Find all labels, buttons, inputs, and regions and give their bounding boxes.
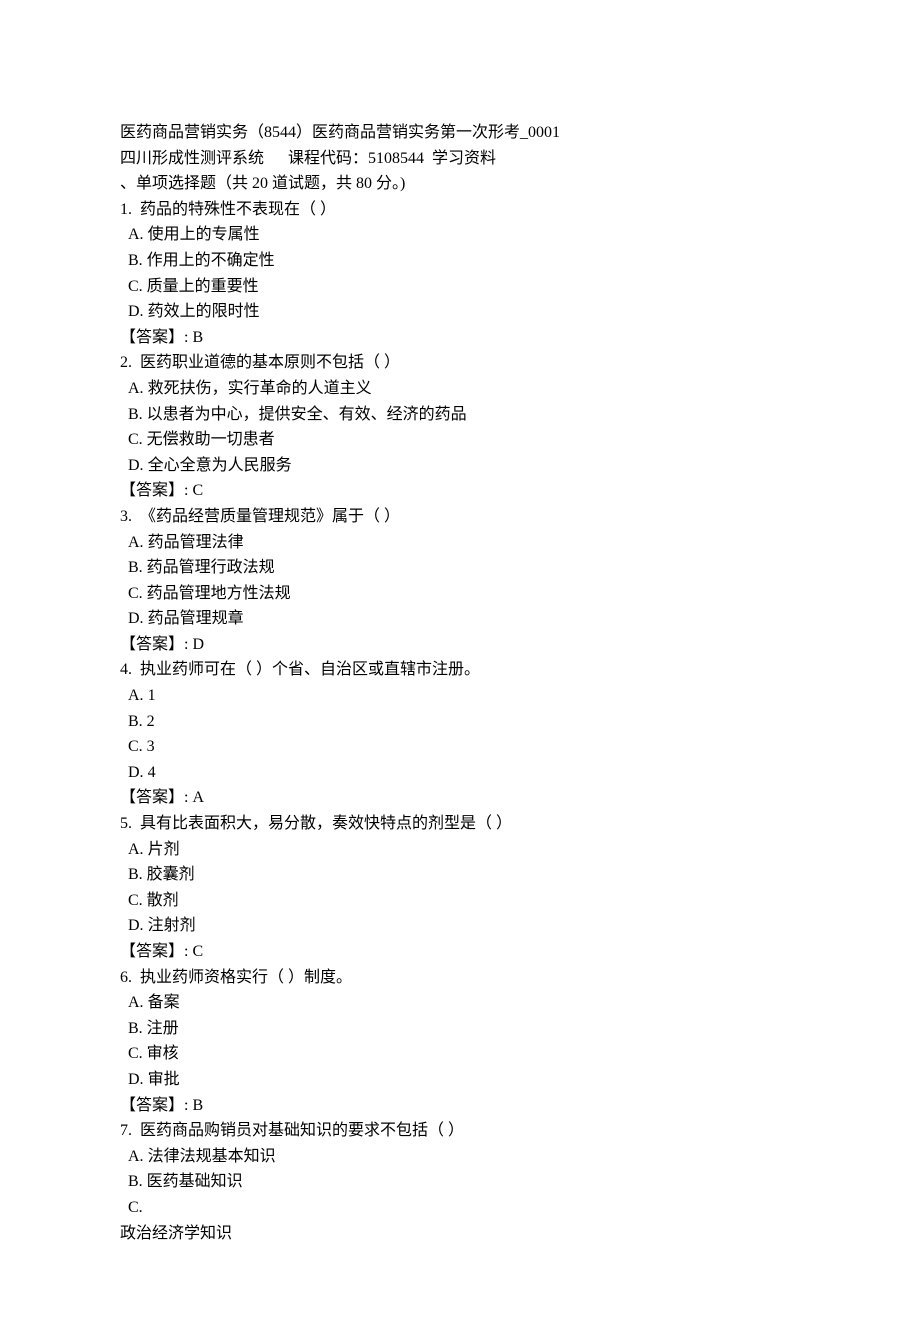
answer-line: 【答案】: B <box>120 1093 800 1119</box>
option-a: A. 法律法规基本知识 <box>120 1144 800 1170</box>
option-d: D. 全心全意为人民服务 <box>120 453 800 479</box>
option-a: A. 药品管理法律 <box>120 530 800 556</box>
answer-label: 【答案】: <box>120 329 188 346</box>
option-a: A. 1 <box>120 683 800 709</box>
option-a: A. 备案 <box>120 990 800 1016</box>
answer-label: 【答案】: <box>120 482 188 499</box>
answer-line: 【答案】: D <box>120 632 800 658</box>
question-text: 具有比表面积大，易分散，奏效快特点的剂型是（ ） <box>140 815 512 832</box>
question-stem: 4. 执业药师可在（ ）个省、自治区或直辖市注册。 <box>120 657 800 683</box>
option-a: A. 使用上的专属性 <box>120 222 800 248</box>
option-c: C. 无偿救助一切患者 <box>120 427 800 453</box>
option-b: B. 胶囊剂 <box>120 862 800 888</box>
option-c-wrapped-text: 政治经济学知识 <box>120 1221 800 1247</box>
question-number: 2. <box>120 354 132 371</box>
question-number: 6. <box>120 969 132 986</box>
option-c: C. 药品管理地方性法规 <box>120 581 800 607</box>
answer-line: 【答案】: C <box>120 939 800 965</box>
option-b: B. 以患者为中心，提供安全、有效、经济的药品 <box>120 402 800 428</box>
option-c: C. 3 <box>120 734 800 760</box>
system-name: 四川形成性测评系统 <box>120 150 264 167</box>
answer-value: B <box>192 329 203 346</box>
answer-line: 【答案】: C <box>120 478 800 504</box>
option-c: C. 质量上的重要性 <box>120 274 800 300</box>
question-stem: 1. 药品的特殊性不表现在（ ） <box>120 197 800 223</box>
answer-value: D <box>192 636 204 653</box>
question-number: 4. <box>120 661 132 678</box>
option-d: D. 4 <box>120 760 800 786</box>
option-b: B. 医药基础知识 <box>120 1169 800 1195</box>
answer-line: 【答案】: A <box>120 785 800 811</box>
question-stem: 2. 医药职业道德的基本原则不包括（ ） <box>120 350 800 376</box>
question-text: 执业药师可在（ ）个省、自治区或直辖市注册。 <box>140 661 480 678</box>
answer-line: 【答案】: B <box>120 325 800 351</box>
question-text: 《药品经营质量管理规范》属于（ ） <box>140 508 400 525</box>
option-c: C. 散剂 <box>120 888 800 914</box>
question-number: 1. <box>120 201 132 218</box>
option-a: A. 救死扶伤，实行革命的人道主义 <box>120 376 800 402</box>
study-material-label: 学习资料 <box>432 150 496 167</box>
answer-value: A <box>192 789 204 806</box>
doc-subtitle: 四川形成性测评系统 课程代码：5108544 学习资料 <box>120 146 800 172</box>
doc-title: 医药商品营销实务（8544）医药商品营销实务第一次形考_0001 <box>120 120 800 146</box>
answer-label: 【答案】: <box>120 1097 188 1114</box>
question-text: 医药职业道德的基本原则不包括（ ） <box>140 354 400 371</box>
option-b: B. 2 <box>120 709 800 735</box>
question-stem: 7. 医药商品购销员对基础知识的要求不包括（ ） <box>120 1118 800 1144</box>
option-d: D. 审批 <box>120 1067 800 1093</box>
answer-label: 【答案】: <box>120 636 188 653</box>
question-text: 药品的特殊性不表现在（ ） <box>140 201 336 218</box>
answer-value: B <box>192 1097 203 1114</box>
question-number: 7. <box>120 1122 132 1139</box>
question-text: 医药商品购销员对基础知识的要求不包括（ ） <box>140 1122 464 1139</box>
option-a: A. 片剂 <box>120 837 800 863</box>
answer-value: C <box>192 482 203 499</box>
answer-label: 【答案】: <box>120 943 188 960</box>
option-c: C. <box>120 1195 800 1221</box>
option-b: B. 注册 <box>120 1016 800 1042</box>
answer-label: 【答案】: <box>120 789 188 806</box>
option-b: B. 作用上的不确定性 <box>120 248 800 274</box>
section-title: 、单项选择题（共 20 道试题，共 80 分。) <box>120 171 800 197</box>
option-d: D. 药效上的限时性 <box>120 299 800 325</box>
option-d: D. 注射剂 <box>120 913 800 939</box>
course-code: 课程代码：5108544 <box>288 150 424 167</box>
question-number: 3. <box>120 508 132 525</box>
option-b: B. 药品管理行政法规 <box>120 555 800 581</box>
option-c: C. 审核 <box>120 1041 800 1067</box>
question-number: 5. <box>120 815 132 832</box>
answer-value: C <box>192 943 203 960</box>
question-stem: 6. 执业药师资格实行（ ）制度。 <box>120 965 800 991</box>
option-d: D. 药品管理规章 <box>120 606 800 632</box>
question-stem: 5. 具有比表面积大，易分散，奏效快特点的剂型是（ ） <box>120 811 800 837</box>
question-text: 执业药师资格实行（ ）制度。 <box>140 969 352 986</box>
question-stem: 3. 《药品经营质量管理规范》属于（ ） <box>120 504 800 530</box>
